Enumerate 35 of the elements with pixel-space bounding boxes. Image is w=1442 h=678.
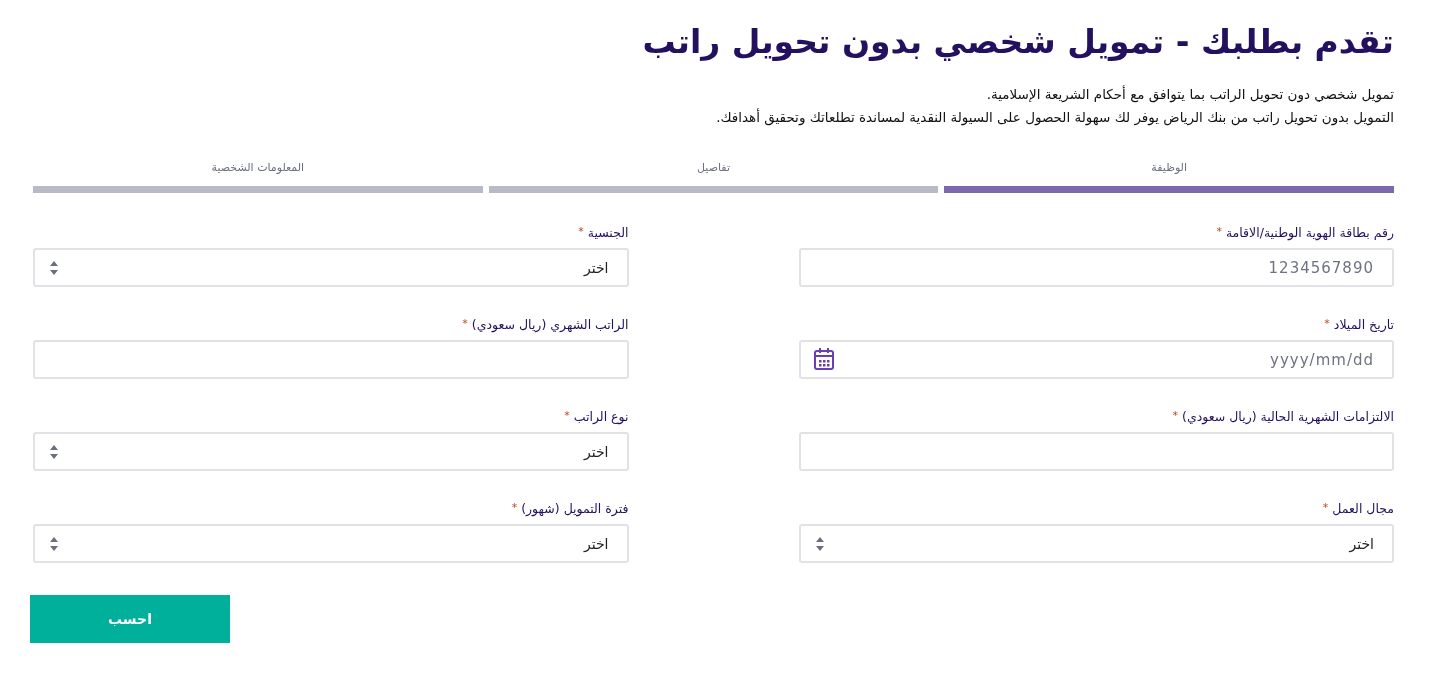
sort-arrows-icon bbox=[49, 443, 59, 460]
step-label: الوظيفة bbox=[1151, 161, 1187, 174]
required-mark: * bbox=[1216, 225, 1222, 238]
step-label: تفاصيل bbox=[697, 161, 730, 174]
sort-arrows-icon bbox=[49, 535, 59, 552]
required-mark: * bbox=[1322, 501, 1329, 514]
sort-arrows-icon bbox=[49, 259, 59, 276]
field-label: مجال العمل bbox=[1332, 501, 1394, 516]
input-field[interactable] bbox=[798, 432, 1394, 471]
field-label: تاريخ الميلاد bbox=[1333, 317, 1394, 332]
required-mark: * bbox=[1324, 317, 1330, 330]
input-field[interactable] bbox=[33, 340, 629, 379]
field-label: رقم بطاقة الهوية الوطنية/الاقامة bbox=[1225, 225, 1394, 240]
select-field[interactable]: اختر bbox=[33, 432, 629, 471]
field-label: الجنسية bbox=[587, 225, 629, 240]
sort-arrows-icon bbox=[814, 535, 825, 552]
date-field[interactable]: yyyy/mm/dd bbox=[798, 340, 1394, 379]
required-mark: * bbox=[578, 225, 584, 238]
field-label: فترة التمويل (شهور) bbox=[521, 501, 629, 516]
page-title: تقدم بطلبك - تمويل شخصي بدون تحويل راتب bbox=[641, 22, 1394, 61]
required-mark: * bbox=[511, 501, 518, 514]
required-mark: * bbox=[564, 409, 570, 422]
field-label: الالتزامات الشهرية الحالية (ريال سعودي) bbox=[1182, 409, 1394, 424]
input-field[interactable]: 1234567890 bbox=[798, 248, 1394, 287]
required-mark: * bbox=[1172, 409, 1179, 422]
select-field[interactable]: اختر bbox=[798, 524, 1394, 563]
intro-text: التمويل بدون تحويل راتب من بنك الرياض يوفر لك سهولة الحصول على السيولة النقدية لمساندة تطلعاتك وتحقيق أهدافك. bbox=[715, 108, 1394, 127]
select-field[interactable]: اختر bbox=[33, 248, 629, 287]
intro-text: تمويل شخصي دون تحويل الراتب بما يتوافق مع أحكام الشريعة الإسلامية. bbox=[985, 85, 1394, 104]
field-label: نوع الراتب bbox=[573, 409, 629, 424]
field-label: الراتب الشهري (ريال سعودي) bbox=[471, 317, 629, 332]
select-field[interactable]: اختر bbox=[33, 524, 629, 563]
required-mark: * bbox=[462, 317, 468, 330]
calendar-icon[interactable] bbox=[812, 347, 835, 371]
step-label: المعلومات الشخصية bbox=[211, 161, 305, 174]
